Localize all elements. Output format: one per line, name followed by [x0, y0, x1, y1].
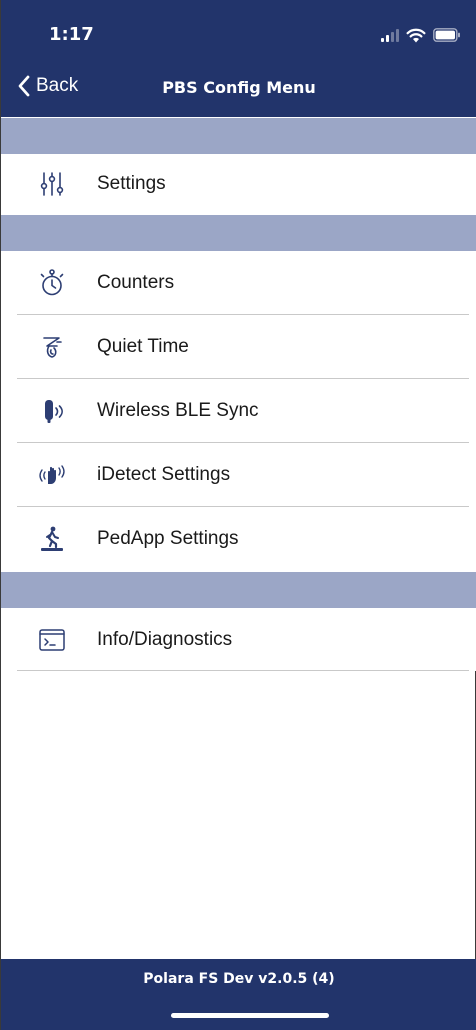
stopwatch-icon: [37, 268, 67, 298]
menu-item-label: Settings: [97, 173, 166, 194]
status-icons: [381, 25, 461, 45]
menu-item-label: Wireless BLE Sync: [97, 400, 259, 421]
menu-item-label: Quiet Time: [97, 336, 189, 357]
quiet-time-icon: [37, 332, 67, 362]
section-header: [1, 571, 476, 608]
menu-item-settings[interactable]: Settings: [1, 154, 476, 214]
battery-icon: [433, 28, 460, 42]
ble-device-icon: [37, 396, 67, 426]
footer-bar: Polara FS Dev v2.0.5 (4): [1, 959, 476, 1030]
navigation-header: 1:17 Back PBS Config Menu: [1, 0, 476, 117]
wifi-icon: [406, 28, 426, 42]
home-indicator[interactable]: [171, 1013, 329, 1018]
menu-item-label: Counters: [97, 272, 175, 293]
menu-item-counters[interactable]: Counters: [1, 251, 476, 315]
menu-item-label: Info/Diagnostics: [97, 628, 233, 650]
hand-wave-icon: [37, 460, 67, 490]
menu-item-pedapp-settings[interactable]: PedApp Settings: [1, 507, 476, 571]
terminal-icon: [37, 625, 67, 655]
menu-item-idetect-settings[interactable]: iDetect Settings: [1, 443, 476, 507]
config-menu-list: Settings Counters Quiet Time Wireless BL…: [1, 117, 476, 671]
app-version-text: Polara FS Dev v2.0.5 (4): [143, 971, 335, 987]
status-time: 1:17: [49, 24, 94, 45]
pedestrian-icon: [37, 524, 67, 554]
section-header: [1, 214, 476, 251]
menu-item-info-diagnostics[interactable]: Info/Diagnostics: [1, 608, 476, 671]
app-screen: 1:17 Back PBS Config Menu Settings Count…: [0, 0, 476, 1030]
menu-item-quiet-time[interactable]: Quiet Time: [1, 315, 476, 379]
menu-item-label: iDetect Settings: [97, 464, 231, 485]
section-header: [1, 117, 476, 154]
sliders-icon: [37, 169, 67, 199]
page-title: PBS Config Menu: [162, 78, 316, 97]
menu-item-wireless-ble-sync[interactable]: Wireless BLE Sync: [1, 379, 476, 443]
menu-item-label: PedApp Settings: [97, 528, 239, 549]
cellular-signal-icon: [381, 28, 399, 42]
